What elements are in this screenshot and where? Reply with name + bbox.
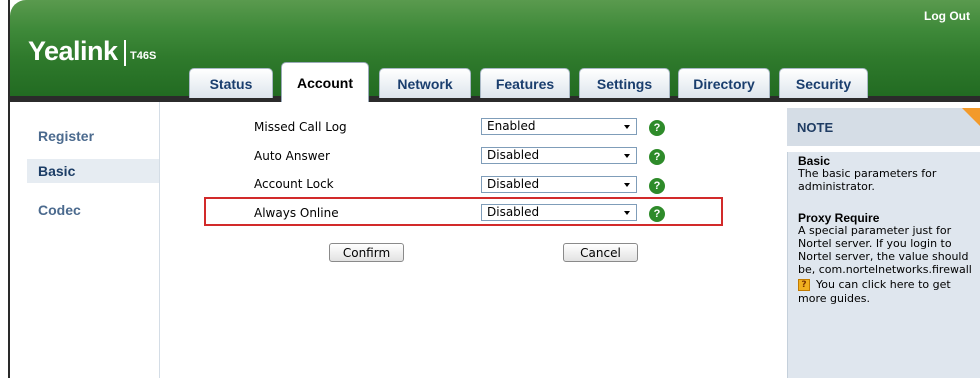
always-online-value: Disabled xyxy=(487,205,540,219)
auto-answer-label: Auto Answer xyxy=(254,149,330,163)
help-icon[interactable]: ? xyxy=(649,178,665,194)
logo-separator xyxy=(124,40,126,66)
missed-call-log-select[interactable]: Enabled xyxy=(481,118,637,135)
auto-answer-value: Disabled xyxy=(487,148,540,162)
sidebar-divider xyxy=(159,102,160,378)
note-basic-text: The basic parameters for administrator. xyxy=(798,167,937,193)
guide-book-icon: ? xyxy=(798,279,810,291)
dropdown-arrow-icon xyxy=(624,125,630,129)
tab-settings[interactable]: Settings xyxy=(579,68,670,98)
account-lock-label: Account Lock xyxy=(254,177,334,191)
help-icon[interactable]: ? xyxy=(649,120,665,136)
cancel-button[interactable]: Cancel xyxy=(563,243,638,262)
missed-call-log-label: Missed Call Log xyxy=(254,120,347,134)
note-proxy-text: A special parameter just for Nortel serv… xyxy=(798,224,972,276)
account-lock-value: Disabled xyxy=(487,177,540,191)
always-online-label: Always Online xyxy=(254,206,339,220)
tab-account[interactable]: Account xyxy=(281,62,369,102)
dropdown-arrow-icon xyxy=(624,154,630,158)
sidebar-item-register[interactable]: Register xyxy=(27,124,160,148)
note-corner-icon xyxy=(962,108,980,126)
yealink-logo: Yealink xyxy=(28,36,118,66)
model-label: T46S xyxy=(130,50,157,62)
tab-status[interactable]: Status xyxy=(189,68,273,98)
logout-link[interactable]: Log Out xyxy=(924,9,970,23)
tab-features[interactable]: Features xyxy=(480,68,570,98)
help-icon[interactable]: ? xyxy=(649,206,665,222)
confirm-button[interactable]: Confirm xyxy=(329,243,404,262)
sidebar-item-codec[interactable]: Codec xyxy=(27,198,160,222)
tab-security[interactable]: Security xyxy=(779,68,868,98)
note-proxy-title: Proxy Require xyxy=(798,211,880,225)
tab-network[interactable]: Network xyxy=(379,68,471,98)
help-icon[interactable]: ? xyxy=(649,149,665,165)
note-title: NOTE xyxy=(797,120,834,135)
tab-directory[interactable]: Directory xyxy=(678,68,770,98)
dropdown-arrow-icon xyxy=(624,183,630,187)
note-body: Basic The basic parameters for administr… xyxy=(787,152,980,378)
sidebar-item-basic[interactable]: Basic xyxy=(27,159,160,183)
dropdown-arrow-icon xyxy=(624,211,630,215)
always-online-select[interactable]: Disabled xyxy=(481,204,637,221)
auto-answer-select[interactable]: Disabled xyxy=(481,147,637,164)
note-basic-title: Basic xyxy=(798,154,831,168)
missed-call-log-value: Enabled xyxy=(487,119,536,133)
guide-link[interactable]: You can click here to get more guides. xyxy=(798,278,976,306)
account-lock-select[interactable]: Disabled xyxy=(481,176,637,193)
note-header: NOTE xyxy=(787,108,980,146)
page: Yealink T46S Log Out Status Account Netw… xyxy=(0,0,980,378)
note-panel: NOTE Basic The basic parameters for admi… xyxy=(787,108,980,378)
